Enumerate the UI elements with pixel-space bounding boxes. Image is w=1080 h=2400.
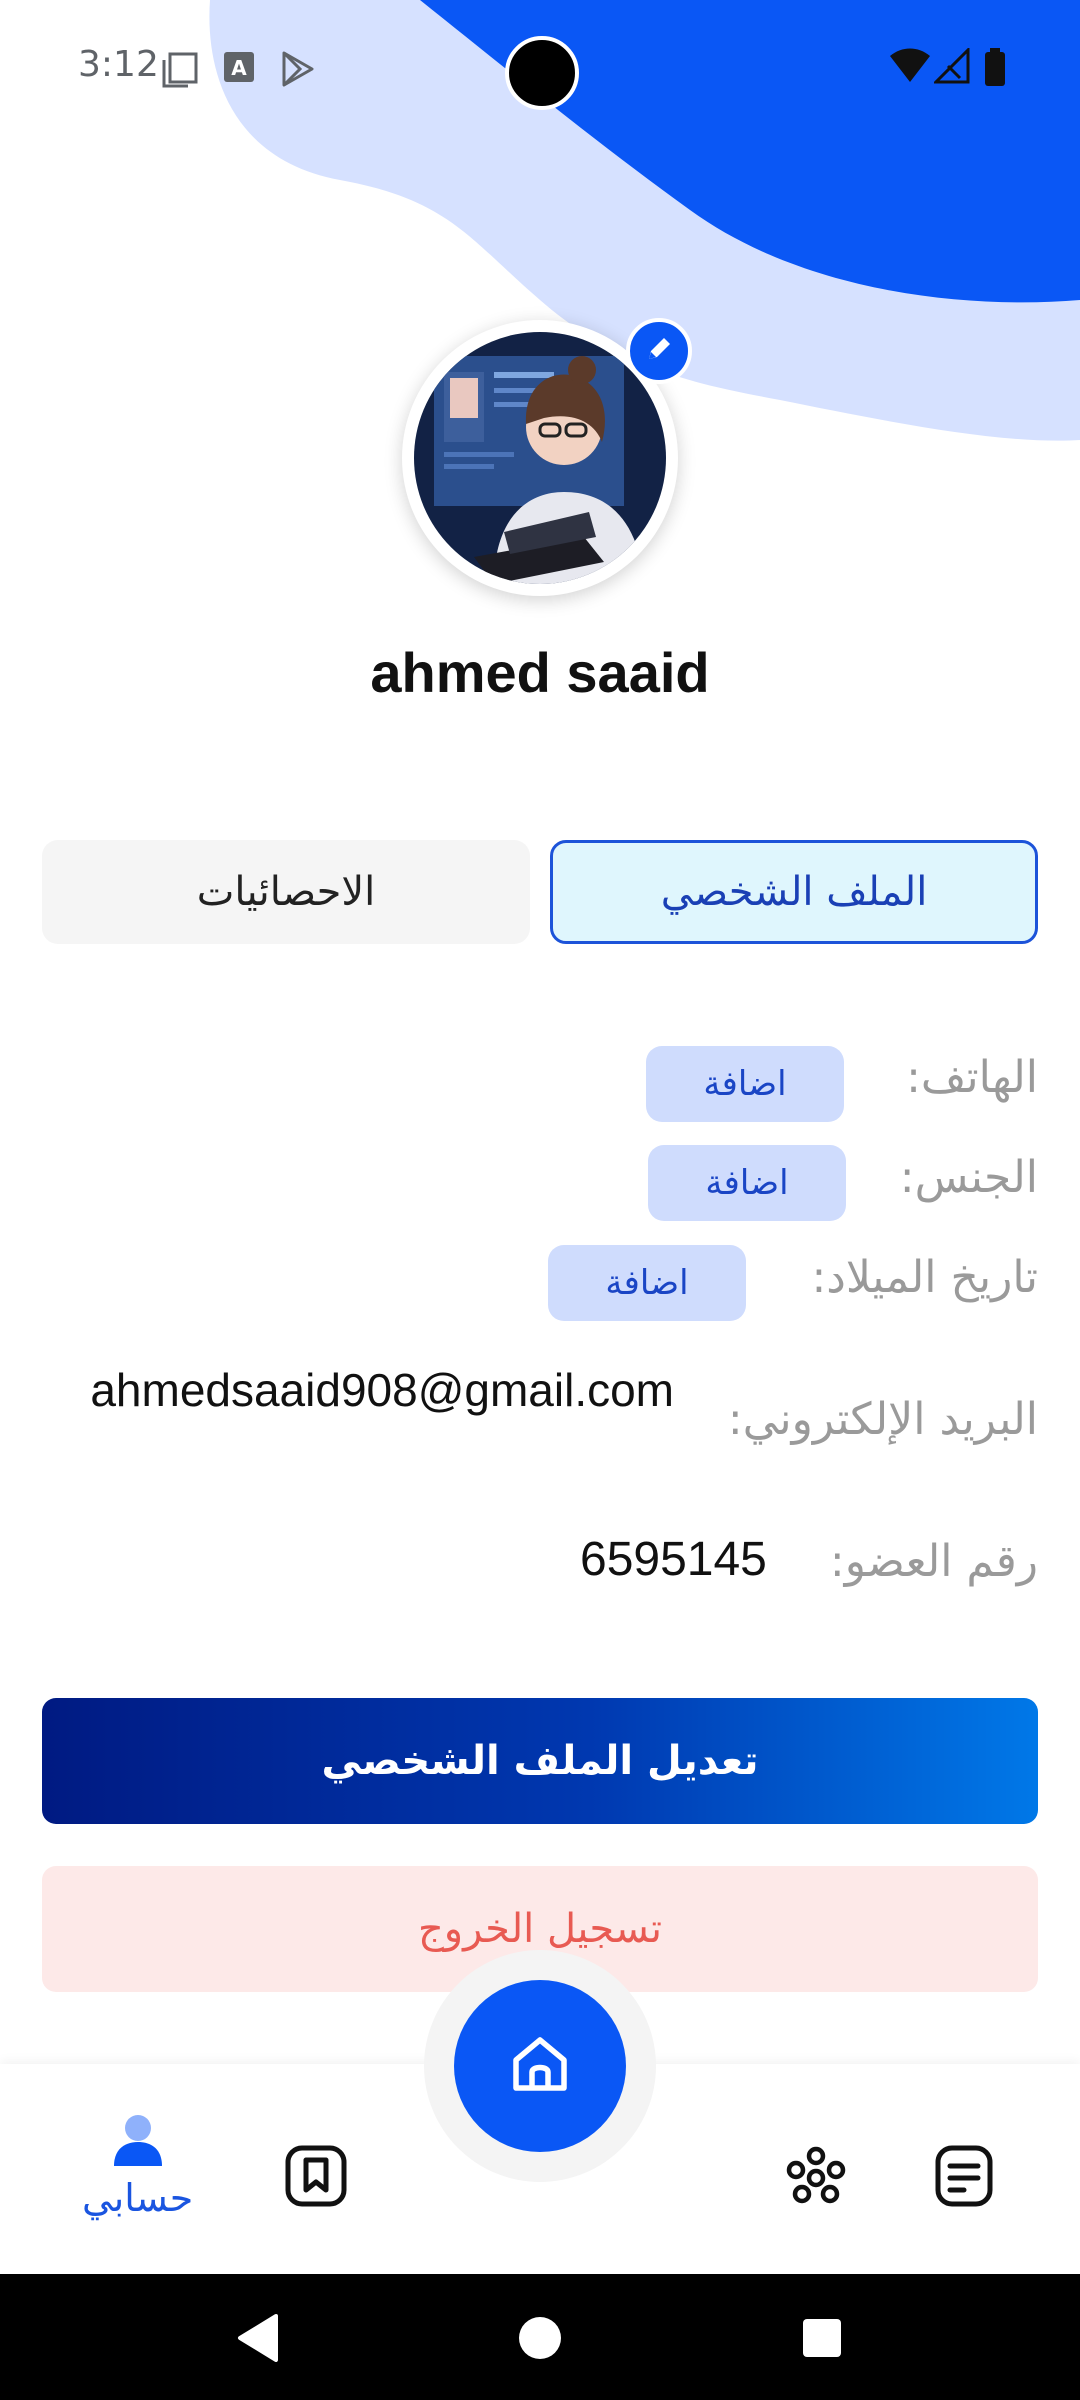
nav-bookmarks[interactable]	[284, 2144, 348, 2212]
member-number-label: رقم العضو:	[829, 1536, 1038, 1587]
home-icon	[508, 2032, 572, 2100]
people-group-icon	[784, 2142, 848, 2210]
notification-copy-icon	[160, 50, 200, 94]
person-icon	[110, 2112, 166, 2172]
notes-icon	[934, 2144, 994, 2212]
add-phone-label: اضافة	[703, 1064, 787, 1104]
bookmark-icon	[284, 2144, 348, 2212]
pencil-icon	[644, 334, 674, 368]
member-number-value: 6595145	[580, 1533, 767, 1586]
translate-icon: A	[222, 50, 256, 88]
add-gender-button[interactable]: اضافة	[648, 1145, 846, 1221]
tab-profile-label: الملف الشخصي	[660, 869, 928, 915]
nav-account[interactable]: حسابي	[82, 2112, 193, 2220]
profile-screen: 3:12 A ahmed saaid الملف الشخصي الاحصائي…	[0, 0, 1080, 2400]
battery-icon	[984, 48, 1006, 90]
tab-statistics[interactable]: الاحصائيات	[42, 840, 530, 944]
logout-label: تسجيل الخروج	[417, 1906, 663, 1952]
home-system-icon[interactable]	[518, 2316, 562, 2364]
system-navigation-bar	[0, 2274, 1080, 2400]
recents-icon[interactable]	[802, 2318, 842, 2362]
play-store-icon	[278, 50, 316, 92]
email-label: البريد الإلكتروني:	[727, 1394, 1038, 1445]
add-gender-label: اضافة	[705, 1163, 789, 1203]
avatar[interactable]	[414, 332, 666, 584]
nav-community[interactable]	[784, 2142, 848, 2210]
tab-statistics-label: الاحصائيات	[196, 869, 376, 915]
phone-label: الهاتف:	[906, 1052, 1038, 1103]
nav-account-label: حسابي	[82, 2176, 194, 2220]
edit-profile-label: تعديل الملف الشخصي	[321, 1738, 759, 1784]
nav-notes[interactable]	[934, 2144, 994, 2212]
edit-avatar-button[interactable]	[626, 318, 692, 384]
status-bar: 3:12 A	[0, 0, 1080, 140]
wifi-icon	[888, 48, 932, 88]
signal-icon	[932, 46, 970, 88]
camera-cutout	[505, 36, 579, 110]
back-icon[interactable]	[236, 2314, 280, 2366]
email-value: ahmedsaaid908@gmail.com	[90, 1364, 674, 1416]
edit-profile-button[interactable]: تعديل الملف الشخصي	[42, 1698, 1038, 1824]
home-button[interactable]	[454, 1980, 626, 2152]
add-birthdate-label: اضافة	[605, 1263, 689, 1303]
birthdate-label: تاريخ الميلاد:	[811, 1252, 1038, 1303]
tab-profile[interactable]: الملف الشخصي	[550, 840, 1038, 944]
add-phone-button[interactable]: اضافة	[646, 1046, 844, 1122]
add-birthdate-button[interactable]: اضافة	[548, 1245, 746, 1321]
gender-label: الجنس:	[899, 1152, 1038, 1203]
svg-text:A: A	[231, 56, 247, 80]
status-time: 3:12	[78, 44, 159, 85]
username: ahmed saaid	[370, 641, 710, 704]
